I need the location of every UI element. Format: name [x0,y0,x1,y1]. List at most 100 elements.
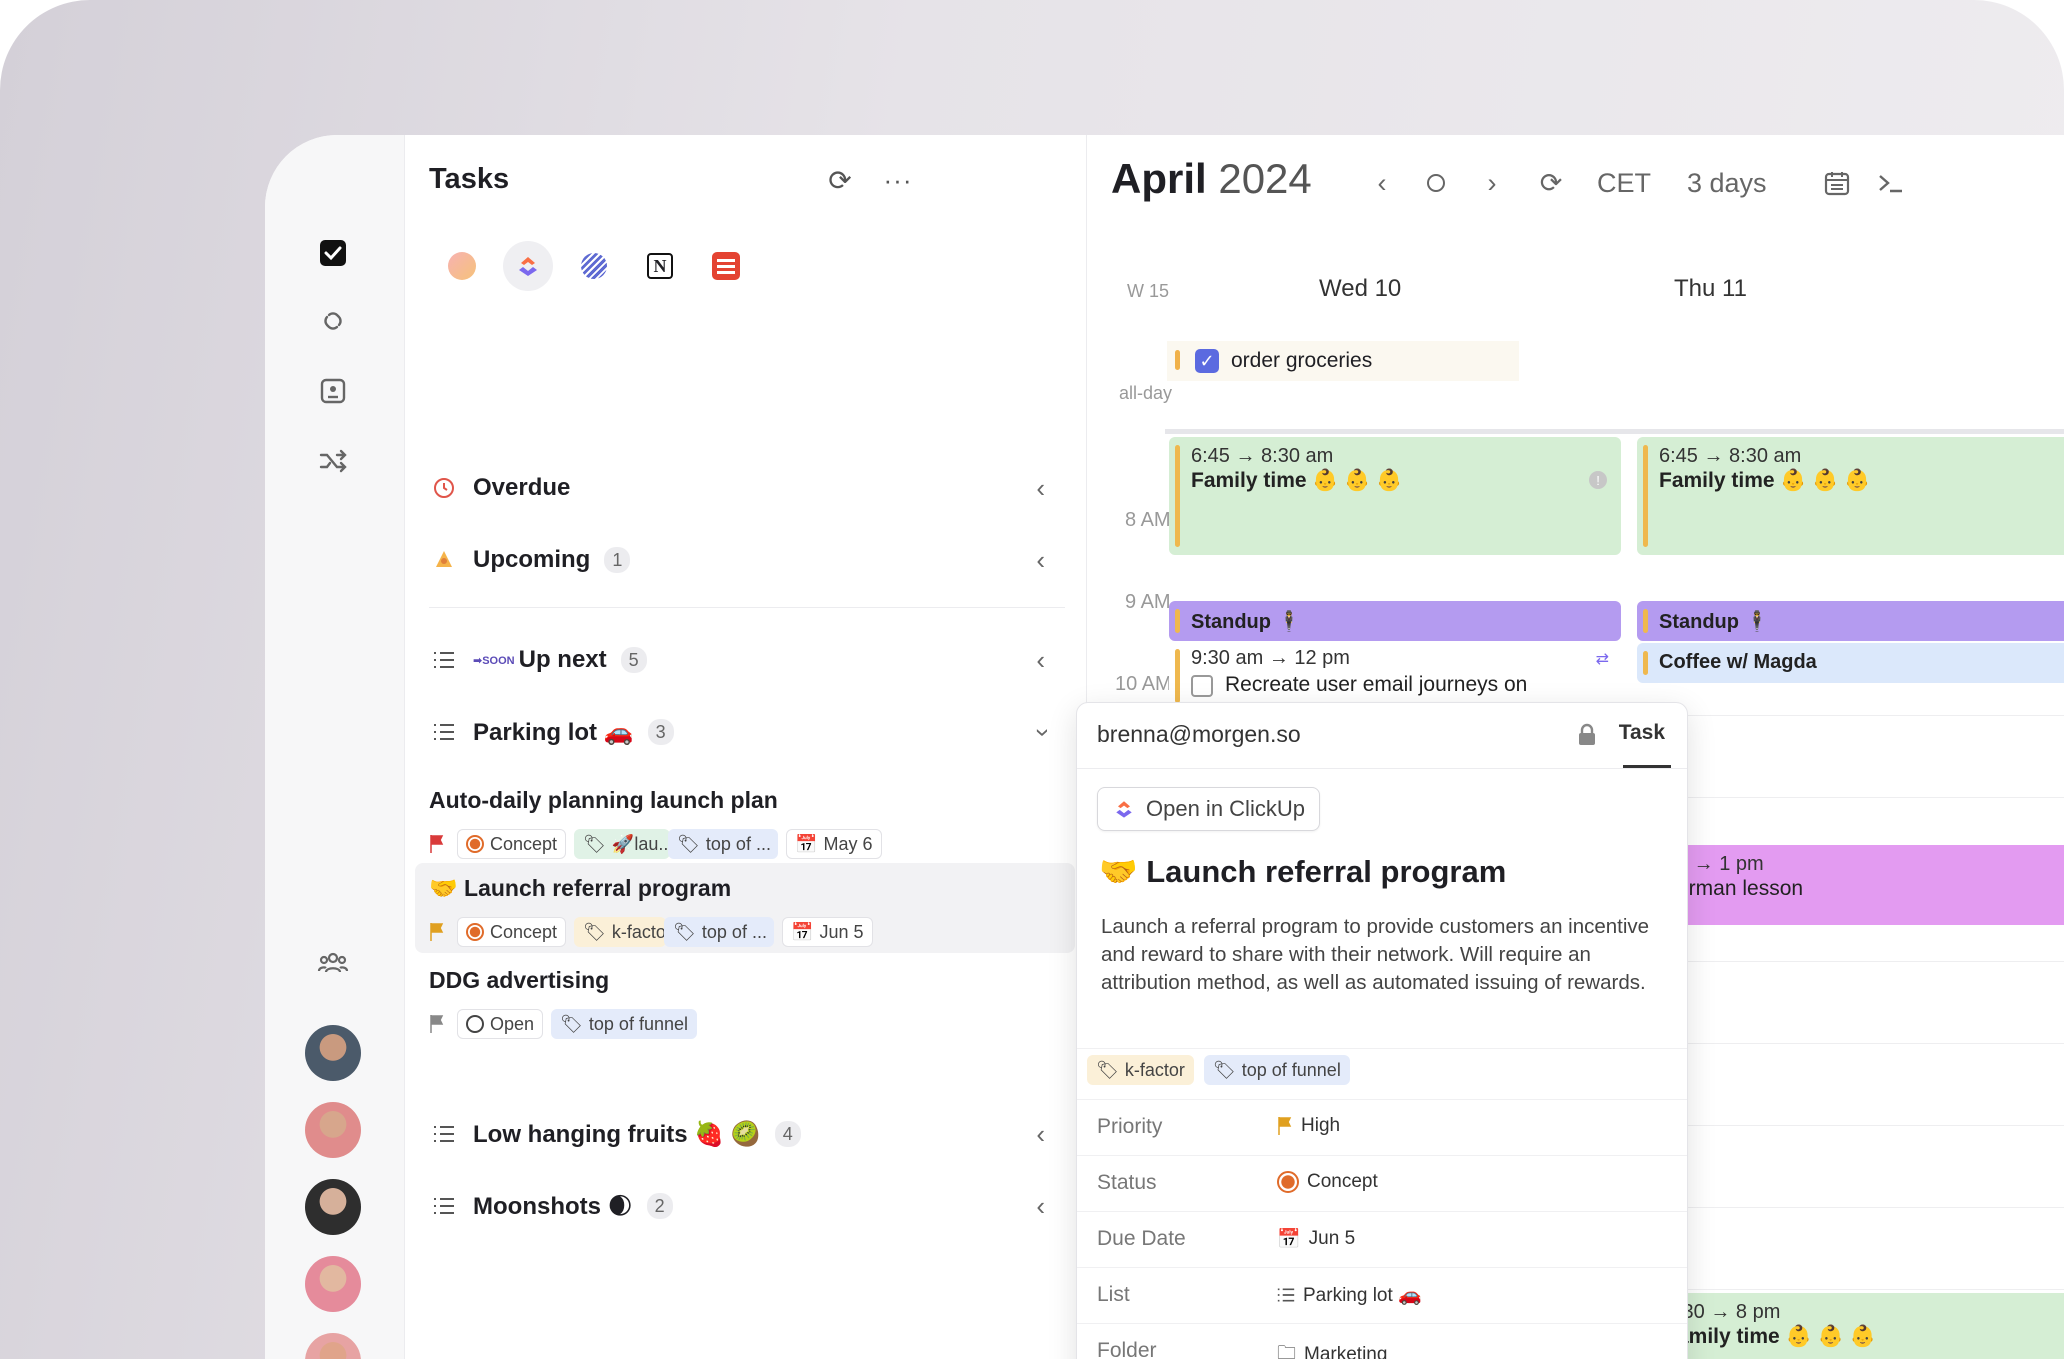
event-family-time-wed[interactable]: 6:45 → 8:30 am Family time 👶 👶 👶 ! [1169,437,1621,555]
tasks-checkbox-icon[interactable] [315,235,351,271]
chevron-left-icon[interactable]: ‹ [1036,1119,1045,1150]
open-in-clickup-button[interactable]: Open in ClickUp [1097,787,1320,831]
event-title: order groceries [1231,349,1373,372]
section-low-hanging-fruits[interactable]: Low hanging fruits 🍓 🥝 4 ‹ [429,1109,1065,1159]
task-title[interactable]: 🤝 Launch referral program [1099,853,1506,890]
terminal-icon[interactable] [1873,163,1909,203]
avatar[interactable] [305,1179,361,1235]
todoist-icon[interactable] [701,241,751,291]
list-value[interactable]: Parking lot 🚗 [1277,1283,1422,1307]
priority-value[interactable]: High [1277,1115,1340,1137]
chevron-left-icon[interactable]: ‹ [1036,1191,1045,1222]
tag-chip[interactable]: 🏷 top of ... [668,829,779,859]
event-standup-wed[interactable]: Standup 🕴 [1169,601,1621,641]
status-icon [466,835,484,853]
event-color-bar [1643,445,1648,547]
week-number: W 15 [1127,281,1170,301]
linear-icon[interactable] [569,241,619,291]
event-family-time-evening[interactable]: :30 → 8 pm amily time 👶 👶 👶 [1637,1293,2064,1359]
info-icon[interactable]: ! [1589,471,1607,489]
upcoming-icon [429,548,459,572]
event-title: Standup 🕴 [1659,611,1770,633]
task-item-selected[interactable]: 🤝 Launch referral program Concept 🏷 k-fac… [415,863,1075,953]
view-range-selector[interactable]: 3 days [1687,163,1767,203]
timezone-label[interactable]: CET [1597,163,1651,203]
due-date-chip[interactable]: 📅 May 6 [786,829,882,859]
month-label: April [1111,155,1207,202]
refresh-icon[interactable]: ⟳ [823,163,857,197]
chevron-left-icon[interactable]: ‹ [1036,473,1045,504]
flag-icon [1278,1117,1292,1135]
flag-icon [429,1013,449,1035]
section-parking-lot[interactable]: Parking lot 🚗 3 ‹ [429,707,1065,757]
allday-event[interactable]: ✓ order groceries [1167,341,1519,381]
task-item[interactable]: DDG advertising Open 🏷 top of funnel [415,955,1075,1045]
event-coffee[interactable]: Coffee w/ Magda [1637,643,2064,683]
section-moonshots[interactable]: Moonshots 🌒 2 ‹ [429,1181,1065,1231]
clickup-icon[interactable] [503,241,553,291]
sync-icon[interactable]: ⟳ [1533,163,1569,203]
chevron-down-icon[interactable]: ‹ [1025,728,1056,737]
tag-chip[interactable]: 🏷 🚀lau.. [574,829,671,859]
status-chip[interactable]: Open [457,1009,544,1039]
property-value: Parking lot 🚗 [1303,1285,1422,1306]
unchecked-checkbox-icon[interactable] [1191,675,1213,697]
chevron-left-icon[interactable]: ‹ [1036,545,1045,576]
checked-checkbox-icon[interactable]: ✓ [1195,349,1219,373]
team-icon[interactable] [315,945,351,981]
event-recreate-task[interactable]: 9:30 am → 12 pm Recreate user email jour… [1169,643,1621,703]
next-icon[interactable]: › [1475,163,1509,203]
status-value[interactable]: Concept [1277,1171,1378,1193]
property-label: List [1097,1283,1130,1306]
contact-card-icon[interactable] [315,373,351,409]
avatar[interactable] [305,1256,361,1312]
task-title: DDG advertising [429,967,610,993]
event-german-lesson[interactable]: 2 → 1 pm erman lesson [1637,845,2064,925]
task-item[interactable]: Auto-daily planning launch plan Concept … [415,775,1075,865]
tag-chip[interactable]: 🏷 top of funnel [551,1009,697,1039]
status-label: Concept [490,921,558,942]
link-icon[interactable] [315,303,351,339]
tab-task[interactable]: Task [1619,721,1665,745]
tab-underline [1623,765,1671,768]
status-chip[interactable]: Concept [457,917,567,947]
event-color-bar [1175,445,1180,547]
section-count: 5 [620,647,647,673]
calendar-icon[interactable] [1819,163,1855,203]
list-icon [1277,1288,1295,1302]
section-up-next[interactable]: ➡SOON Up next 5 ‹ [429,635,1065,685]
due-date-value[interactable]: 📅 Jun 5 [1277,1227,1355,1251]
due-date-chip[interactable]: 📅 Jun 5 [782,917,873,947]
prev-icon[interactable]: ‹ [1365,163,1399,203]
shuffle-icon[interactable] [315,443,351,479]
status-chip[interactable]: Concept [457,829,567,859]
folder-value[interactable]: 🗀 Marketing [1277,1339,1387,1359]
circle-source-icon[interactable] [437,241,487,291]
divider [1077,1323,1687,1324]
allday-separator [1165,429,2064,434]
event-standup-thu[interactable]: Standup 🕴 [1637,601,2064,641]
avatar[interactable] [305,1333,361,1359]
clock-icon [429,476,459,500]
notion-icon[interactable]: N [635,241,685,291]
divider [429,607,1065,608]
tag-chip[interactable]: 🏷 k-factor [1087,1055,1194,1085]
task-description[interactable]: Launch a referral program to provide cus… [1101,913,1661,997]
section-overdue[interactable]: Overdue ‹ [429,463,1065,513]
hour-label: 8 AM [1125,509,1171,531]
event-family-time-thu[interactable]: 6:45 → 8:30 am Family time 👶 👶 👶 [1637,437,2064,555]
section-upcoming[interactable]: Upcoming 1 ‹ [429,535,1065,585]
avatar[interactable] [305,1102,361,1158]
today-circle-icon[interactable] [1419,163,1453,203]
tag-label: k-facto [611,921,666,942]
popover-header: brenna@morgen.so Task [1077,703,1687,769]
tag-chip[interactable]: 🏷 top of funnel [1203,1055,1350,1085]
property-label: Status [1097,1171,1157,1194]
avatar[interactable] [305,1025,361,1081]
day-header-thu: Thu 11 [1674,275,1747,302]
calendar-icon: 📅 [1277,1229,1301,1250]
more-icon[interactable]: ··· [881,163,915,197]
tag-chip[interactable]: 🏷 top of ... [664,917,775,947]
chevron-left-icon[interactable]: ‹ [1036,645,1045,676]
tag-chip[interactable]: 🏷 k-facto [574,917,667,947]
